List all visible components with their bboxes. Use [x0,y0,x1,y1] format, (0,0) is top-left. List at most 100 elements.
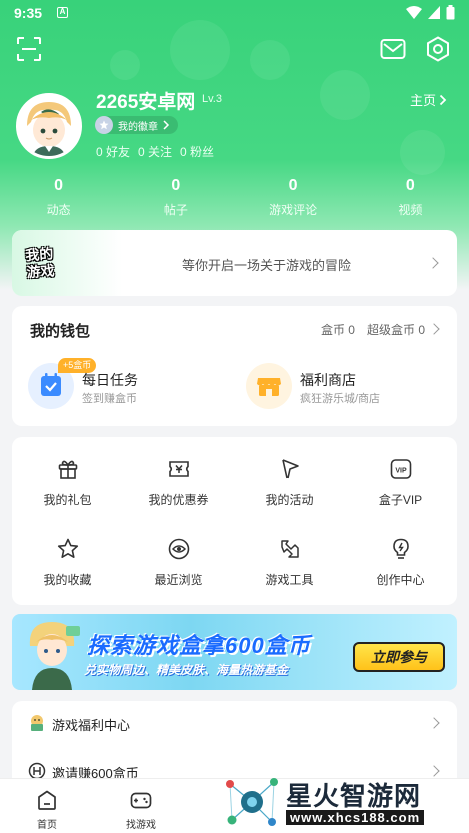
mail-icon[interactable] [380,36,406,62]
stat-label: 动态 [46,203,71,217]
tab-label: 找游戏 [126,820,156,831]
wallet-card: 我的钱包 盒币 0 超级盒币 0 +5盒币 每日任务 签到赚盒币 福利商店 疯狂… [12,306,457,426]
welfare-shop-button[interactable]: 福利商店 疯狂游乐城/商店 [230,358,430,410]
stat-value: 0 [54,177,64,194]
grid-item-favorites[interactable]: 我的收藏 [12,517,123,587]
grid-item-gifts[interactable]: 我的礼包 [12,437,123,507]
grid-item-label: 盒子VIP [378,493,423,507]
notification-a-icon: A [57,7,68,18]
star-icon [57,538,79,558]
avatar-image [19,96,79,156]
username: 2265安卓网 [96,92,196,113]
chevron-right-icon [428,717,440,729]
shop-sub: 疯狂游乐城/商店 [300,393,381,405]
stat-value: 0 [288,177,298,194]
daily-task-button[interactable]: +5盒币 每日任务 签到赚盒币 [12,358,212,410]
chevron-right-icon [163,120,170,130]
grid-item-vip[interactable]: VIP 盒子VIP [345,437,456,507]
my-games-logo: 我的 游戏 [25,245,63,283]
tools-icon [281,540,299,558]
grid-item-label: 我的优惠券 [148,493,209,507]
stat-label: 游戏评论 [269,203,318,217]
watermark-network-logo [226,778,278,826]
grid-item-label: 最近浏览 [154,573,203,587]
homepage-link[interactable]: 主页 [410,90,447,109]
promo-banner[interactable]: 探索游戏盒拿600盒币 兑实物周边、精美皮肤、海量热游基金 立即参与 [12,614,457,690]
list-item-label: 游戏福利中心 [52,718,131,733]
stat-label: 视频 [398,203,423,217]
system-icons [406,5,455,20]
badge-star-icon [95,116,113,134]
chevron-right-icon [427,257,439,269]
stat-threads[interactable]: 0 帖子 [117,177,234,218]
badge-label: 我的徽章 [118,121,158,133]
grid-item-coupons[interactable]: 我的优惠券 [123,437,234,507]
following-count[interactable]: 0 关注 [138,143,172,160]
badge-button[interactable]: 我的徽章 [95,116,178,134]
flag-icon [282,459,299,479]
grid-item-activities[interactable]: 我的活动 [234,437,345,507]
stat-label: 帖子 [163,203,188,217]
welfare-icon [31,715,43,731]
battery-icon [446,5,455,20]
wifi-icon [406,6,422,19]
watermark-title: 星火智游网 [286,781,422,811]
homepage-label: 主页 [409,93,436,108]
followers-count[interactable]: 0 粉丝 [180,143,214,160]
signal-icon [428,6,440,19]
scan-icon[interactable] [16,36,42,62]
banner-character-illustration [29,622,80,690]
gamepad-icon [130,792,152,809]
daily-task-sub: 签到赚盒币 [82,393,137,405]
friends-count[interactable]: 0 好友 [96,143,130,160]
status-bar: 9:35 A [0,0,469,26]
logo-line-2: 游戏 [25,262,56,281]
my-games-text: 等你开启一场关于游戏的冒险 [182,258,352,273]
shop-icon [257,378,281,396]
shop-name: 福利商店 [300,372,356,388]
eye-icon [168,538,190,560]
grid-item-label: 我的活动 [265,493,314,507]
settings-icon[interactable] [425,36,451,62]
home-icon [38,790,56,810]
shop-icon-bg [246,363,292,409]
grid-item-label: 游戏工具 [265,573,314,587]
wallet-title: 我的钱包 [30,323,91,340]
status-time: 9:35 [14,5,43,21]
daily-task-name: 每日任务 [82,372,138,388]
social-counts: 0 好友 0 关注 0 粉丝 [96,143,214,160]
avatar[interactable] [16,93,82,159]
site-watermark: 星火智游网 www.xhcs188.com [220,772,469,833]
profile-stats: 0 动态 0 帖子 0 游戏评论 0 视频 [0,177,469,218]
banner-join-button[interactable]: 立即参与 [353,642,445,672]
user-level: Lv.3 [202,93,222,105]
grid-item-recent[interactable]: 最近浏览 [123,517,234,587]
grid-item-creator[interactable]: 创作中心 [345,517,456,587]
stat-game-reviews[interactable]: 0 游戏评论 [235,177,352,218]
my-games-card[interactable]: 我的 游戏 等你开启一场关于游戏的冒险 [12,230,457,296]
box-coin-balance: 盒币 0 [320,323,355,337]
wallet-balances[interactable]: 盒币 0 超级盒币 0 [321,321,425,338]
feature-grid: 我的礼包 我的优惠券 我的活动 VIP 盒子VIP 我的收藏 最近浏览 游戏工具… [12,437,457,605]
grid-item-label: 我的礼包 [43,493,92,507]
list-item-welfare-center[interactable]: 游戏福利中心 [12,701,457,745]
banner-subline: 兑实物周边、精美皮肤、海量热游基金 [84,663,289,677]
watermark-url: www.xhcs188.com [286,810,425,825]
chevron-right-icon [428,323,440,335]
vip-icon: VIP [390,459,412,479]
grid-item-tools[interactable]: 游戏工具 [234,517,345,587]
gift-icon [58,460,78,479]
stat-posts-dynamic[interactable]: 0 动态 [0,177,117,218]
super-coin-balance: 超级盒币 0 [366,323,425,337]
tab-label: 首页 [37,820,57,831]
svg-text:VIP: VIP [395,468,407,475]
chevron-right-icon [439,94,447,105]
stat-videos[interactable]: 0 视频 [352,177,469,218]
stat-value: 0 [171,177,181,194]
tab-find-games[interactable]: 找游戏 [94,779,188,833]
tab-home[interactable]: 首页 [0,779,94,833]
stat-value: 0 [405,177,415,194]
bulb-icon [393,538,409,559]
grid-item-label: 创作中心 [376,573,425,587]
grid-item-label: 我的收藏 [43,573,92,587]
